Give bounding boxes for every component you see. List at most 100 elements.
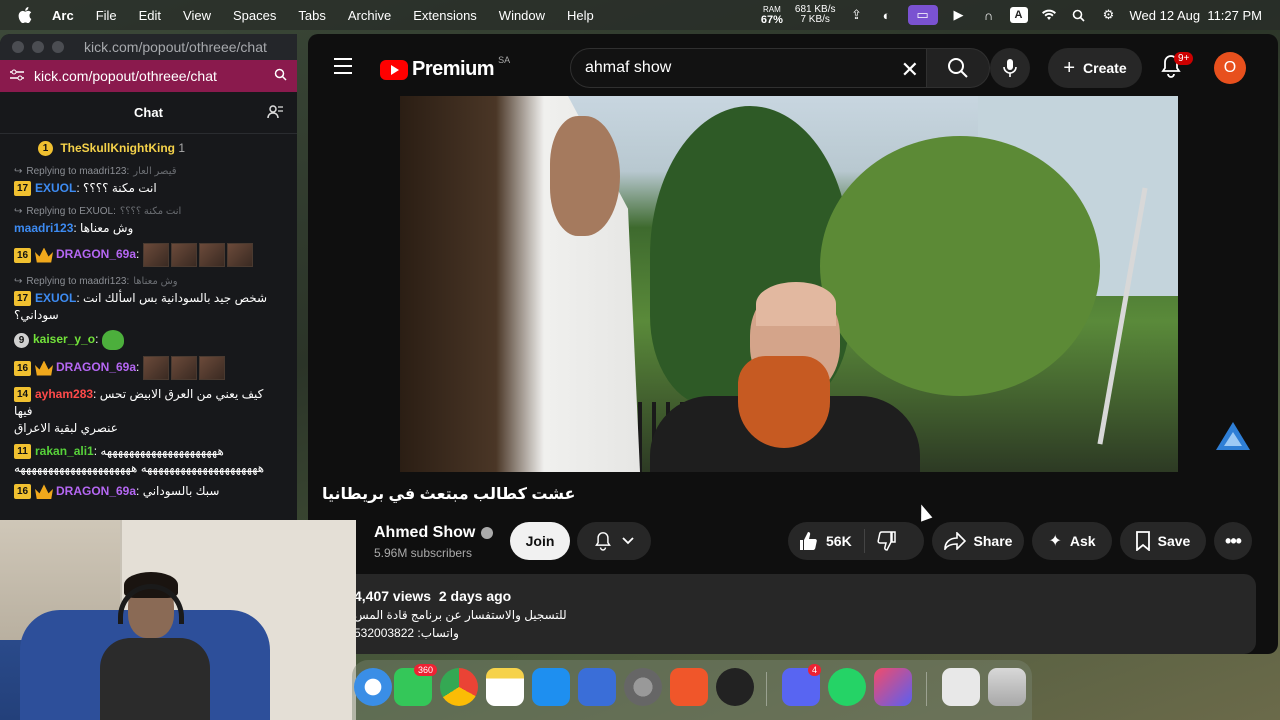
chat-message: 1 TheSkullKnightKing 1 [14,140,283,157]
screen-share-icon[interactable]: ▭ [907,5,938,25]
zoom-window-button[interactable] [52,41,64,53]
minimize-window-button[interactable] [32,41,44,53]
sub-badge: 16 [14,247,31,263]
chat-username[interactable]: DRAGON_69a [56,247,136,261]
arc-browser-icon[interactable] [874,668,912,706]
chat-username[interactable]: kaiser_y_o [33,332,95,346]
like-button[interactable]: 56K [788,529,865,553]
chat-url-bar[interactable]: kick.com/popout/othreee/chat [0,60,297,92]
chevron-down-icon [622,537,634,545]
create-button[interactable]: + Create [1048,48,1142,88]
clear-search-icon[interactable]: ✕ [901,57,919,83]
chat-username[interactable]: TheSkullKnightKing [60,141,175,155]
plus-icon: + [1063,56,1076,79]
menu-extensions[interactable]: Extensions [413,8,477,23]
channel-name-link[interactable]: Ahmed Show [374,524,494,542]
dock-separator [766,672,767,706]
search-input[interactable]: ahmaf show ✕ [570,48,932,88]
share-button[interactable]: Share [932,522,1024,560]
macos-dock: 360 4 [352,660,1032,720]
screenshot-icon[interactable]: ⇪ [848,7,866,23]
chat-username[interactable]: ayham283 [35,387,93,401]
user-settings-icon[interactable] [267,104,283,123]
menu-help[interactable]: Help [567,8,594,23]
chat-url[interactable]: kick.com/popout/othreee/chat [34,68,274,84]
chrome-icon[interactable] [440,668,478,706]
menu-tabs[interactable]: Tabs [298,8,325,23]
net-down: 7 KB/s [800,14,830,25]
site-settings-icon[interactable] [10,68,24,84]
description-line: للتسجيل والاستفسار عن برنامج قادة المس [354,608,567,622]
channel-action-row: Ahmed Show 5.96M subscribers Join 56K Sh… [354,518,1254,566]
chat-titlebar: kick.com/popout/othreee/chat [0,34,297,60]
obs-icon[interactable] [716,668,754,706]
kick-chat-window: kick.com/popout/othreee/chat kick.com/po… [0,34,297,520]
voice-search-button[interactable] [990,48,1030,88]
sub-badge: 16 [14,360,31,376]
sub-badge: 16 [14,484,31,500]
menu-app-name[interactable]: Arc [52,8,74,23]
ask-button[interactable]: ✦ Ask [1032,522,1112,560]
input-source-icon[interactable]: A [1009,7,1028,23]
more-actions-button[interactable]: ••• [1214,522,1252,560]
microphone-icon [1003,59,1017,77]
emote-icon [142,356,169,380]
floating-triangle-logo-icon[interactable] [1216,422,1250,450]
palette-icon[interactable]: ◐ [878,7,896,23]
chat-username[interactable]: rakan_ali1 [35,444,94,458]
apple-menu-icon[interactable] [18,7,36,23]
play-icon[interactable]: ▶ [950,7,968,23]
bookmark-icon [1135,531,1150,551]
chat-username[interactable]: EXUOL [35,291,76,305]
account-avatar[interactable]: O [1214,52,1246,84]
system-settings-icon[interactable] [624,668,662,706]
ram-monitor[interactable]: RAM 67% [761,5,783,26]
description-box[interactable]: 4,407 views 2 days ago للتسجيل والاستفسا… [344,574,1256,654]
subscription-bell-button[interactable] [577,522,651,560]
dislike-button[interactable] [865,531,897,551]
safari-icon[interactable] [354,668,392,706]
whatsapp-icon[interactable] [828,668,866,706]
youtube-premium-logo[interactable]: Premium SA [380,55,510,81]
menubar-clock[interactable]: Wed 12 Aug 11:27 PM [1130,8,1263,23]
join-button[interactable]: Join [510,522,570,560]
video-player[interactable] [400,96,1178,472]
sub-badge: 9 [14,332,29,348]
hamburger-menu-icon[interactable] [334,58,352,79]
chat-message-list[interactable]: 1 TheSkullKnightKing 1 ↪ Replying to maa… [0,134,297,500]
network-monitor[interactable]: 681 KB/s 7 KB/s [795,5,836,25]
wifi-icon[interactable] [1040,7,1058,23]
brave-icon[interactable] [670,668,708,706]
chat-username[interactable]: EXUOL [35,181,76,195]
menu-edit[interactable]: Edit [139,8,161,23]
menu-archive[interactable]: Archive [348,8,391,23]
emote-icon [226,243,253,267]
trash-icon[interactable] [988,668,1026,706]
chat-message: 11 rakan_ali1: هههههههههههههههههههههه ههه… [14,443,283,477]
menu-view[interactable]: View [183,8,211,23]
reply-to: Replying to maadri123: [26,276,130,287]
save-button[interactable]: Save [1120,522,1206,560]
url-search-icon[interactable] [274,68,287,84]
chat-message: 16 DRAGON_69a: [14,243,283,267]
chat-username[interactable]: maadri123 [14,221,73,235]
control-center-icon[interactable]: ⚙ [1100,7,1118,23]
macos-menubar: Arc File Edit View Spaces Tabs Archive E… [0,0,1280,30]
search-button[interactable] [926,48,990,88]
sub-badge: 14 [14,387,31,403]
spotlight-search-icon[interactable] [1070,7,1088,23]
chat-username[interactable]: DRAGON_69a [56,360,136,374]
menu-window[interactable]: Window [499,8,545,23]
documents-stack-icon[interactable] [942,668,980,706]
chat-username[interactable]: DRAGON_69a [56,484,136,498]
simulator-icon[interactable] [578,668,616,706]
headphones-icon[interactable]: ∩ [980,7,998,23]
menu-file[interactable]: File [96,8,117,23]
chat-text-continued: هههههههههههههههههههههه ههههههههههههههههه… [14,461,265,475]
thumbs-up-icon [800,532,817,550]
crown-icon [35,247,53,263]
notes-icon[interactable] [486,668,524,706]
app-store-icon[interactable] [532,668,570,706]
menu-spaces[interactable]: Spaces [233,8,276,23]
close-window-button[interactable] [12,41,24,53]
